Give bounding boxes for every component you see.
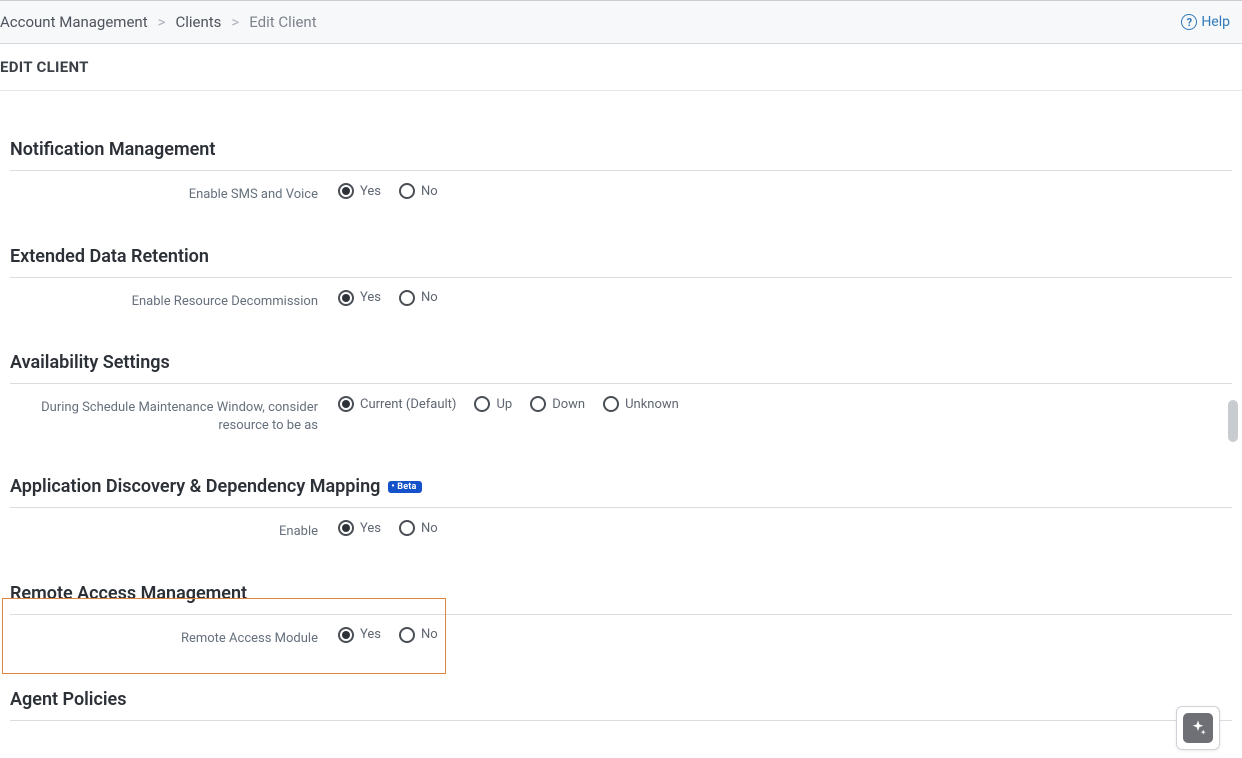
page-title: EDIT CLIENT (0, 44, 1242, 91)
section-title-remote-access: Remote Access Management (10, 583, 1232, 615)
breadcrumb-separator: > (158, 13, 166, 31)
breadcrumb-clients[interactable]: Clients (175, 13, 221, 31)
sparkle-icon (1183, 713, 1213, 743)
radio-label: Current (Default) (360, 397, 456, 412)
field-remote-access-module: Remote Access Module Yes No (10, 615, 1232, 648)
radio-dot-icon (399, 520, 415, 536)
radio-label: Down (552, 397, 585, 412)
radio-dot-icon (338, 290, 354, 306)
section-extended-data-retention: Extended Data Retention Enable Resource … (10, 246, 1232, 311)
radio-group-maintenance: Current (Default) Up Down Unknown (338, 396, 679, 412)
help-link[interactable]: ? Help (1181, 14, 1230, 30)
radio-remote-access-yes[interactable]: Yes (338, 627, 381, 643)
section-title-text: Availability Settings (10, 352, 170, 373)
radio-maintenance-unknown[interactable]: Unknown (603, 396, 679, 412)
radio-group-decommission: Yes No (338, 290, 438, 306)
radio-decommission-yes[interactable]: Yes (338, 290, 381, 306)
section-notification-management: Notification Management Enable SMS and V… (10, 139, 1232, 204)
radio-dot-icon (338, 627, 354, 643)
breadcrumb-separator: > (231, 13, 239, 31)
section-title-addm: Application Discovery & Dependency Mappi… (10, 476, 1232, 508)
section-remote-access: Remote Access Management Remote Access M… (10, 583, 1232, 648)
section-title-retention: Extended Data Retention (10, 246, 1232, 278)
radio-sms-voice-no[interactable]: No (399, 183, 438, 199)
radio-dot-icon (399, 627, 415, 643)
radio-dot-icon (399, 183, 415, 199)
radio-dot-icon (530, 396, 546, 412)
radio-maintenance-up[interactable]: Up (474, 396, 512, 412)
beta-badge: Beta (388, 481, 421, 493)
field-enable-resource-decommission: Enable Resource Decommission Yes No (10, 278, 1232, 311)
radio-decommission-no[interactable]: No (399, 290, 438, 306)
section-title-availability: Availability Settings (10, 352, 1232, 384)
radio-dot-icon (338, 520, 354, 536)
radio-label: Yes (360, 521, 381, 536)
section-title-text: Application Discovery & Dependency Mappi… (10, 476, 380, 497)
assistant-widget[interactable] (1176, 706, 1220, 750)
radio-dot-icon (399, 290, 415, 306)
radio-label: Yes (360, 290, 381, 305)
field-label: Enable Resource Decommission (10, 290, 338, 311)
radio-dot-icon (474, 396, 490, 412)
section-title-text: Remote Access Management (10, 583, 247, 604)
breadcrumb-current: Edit Client (249, 13, 316, 31)
radio-sms-voice-yes[interactable]: Yes (338, 183, 381, 199)
section-title-text: Agent Policies (10, 689, 127, 710)
help-icon: ? (1181, 14, 1197, 30)
radio-dot-icon (338, 183, 354, 199)
section-title-notification: Notification Management (10, 139, 1232, 171)
radio-label: No (421, 290, 438, 305)
radio-label: Unknown (625, 397, 679, 412)
radio-label: No (421, 521, 438, 536)
section-title-agent-policies: Agent Policies (10, 689, 1232, 721)
radio-group-addm: Yes No (338, 520, 438, 536)
radio-group-sms-voice: Yes No (338, 183, 438, 199)
radio-maintenance-down[interactable]: Down (530, 396, 585, 412)
radio-addm-no[interactable]: No (399, 520, 438, 536)
help-label: Help (1201, 14, 1230, 30)
radio-dot-icon (338, 396, 354, 412)
radio-group-remote-access: Yes No (338, 627, 438, 643)
vertical-scrollbar-thumb[interactable] (1228, 400, 1238, 442)
section-agent-policies: Agent Policies (10, 689, 1232, 721)
section-availability-settings: Availability Settings During Schedule Ma… (10, 352, 1232, 434)
section-title-text: Extended Data Retention (10, 246, 209, 267)
section-title-text: Notification Management (10, 139, 215, 160)
field-addm-enable: Enable Yes No (10, 508, 1232, 541)
vertical-scrollbar-track[interactable] (1228, 0, 1238, 758)
section-addm: Application Discovery & Dependency Mappi… (10, 476, 1232, 541)
radio-addm-yes[interactable]: Yes (338, 520, 381, 536)
radio-maintenance-current[interactable]: Current (Default) (338, 396, 456, 412)
radio-label: No (421, 184, 438, 199)
radio-dot-icon (603, 396, 619, 412)
field-label: Enable SMS and Voice (10, 183, 338, 204)
radio-label: No (421, 627, 438, 642)
breadcrumb: Account Management > Clients > Edit Clie… (0, 13, 317, 31)
radio-label: Yes (360, 627, 381, 642)
field-label: Remote Access Module (10, 627, 338, 648)
field-label: Enable (10, 520, 338, 541)
radio-label: Yes (360, 184, 381, 199)
field-label: During Schedule Maintenance Window, cons… (10, 396, 338, 434)
form-content: Notification Management Enable SMS and V… (0, 91, 1242, 721)
breadcrumb-bar: Account Management > Clients > Edit Clie… (0, 0, 1242, 44)
breadcrumb-account-management[interactable]: Account Management (0, 13, 148, 31)
field-enable-sms-voice: Enable SMS and Voice Yes No (10, 171, 1232, 204)
radio-label: Up (496, 397, 512, 412)
field-maintenance-state: During Schedule Maintenance Window, cons… (10, 384, 1232, 434)
radio-remote-access-no[interactable]: No (399, 627, 438, 643)
